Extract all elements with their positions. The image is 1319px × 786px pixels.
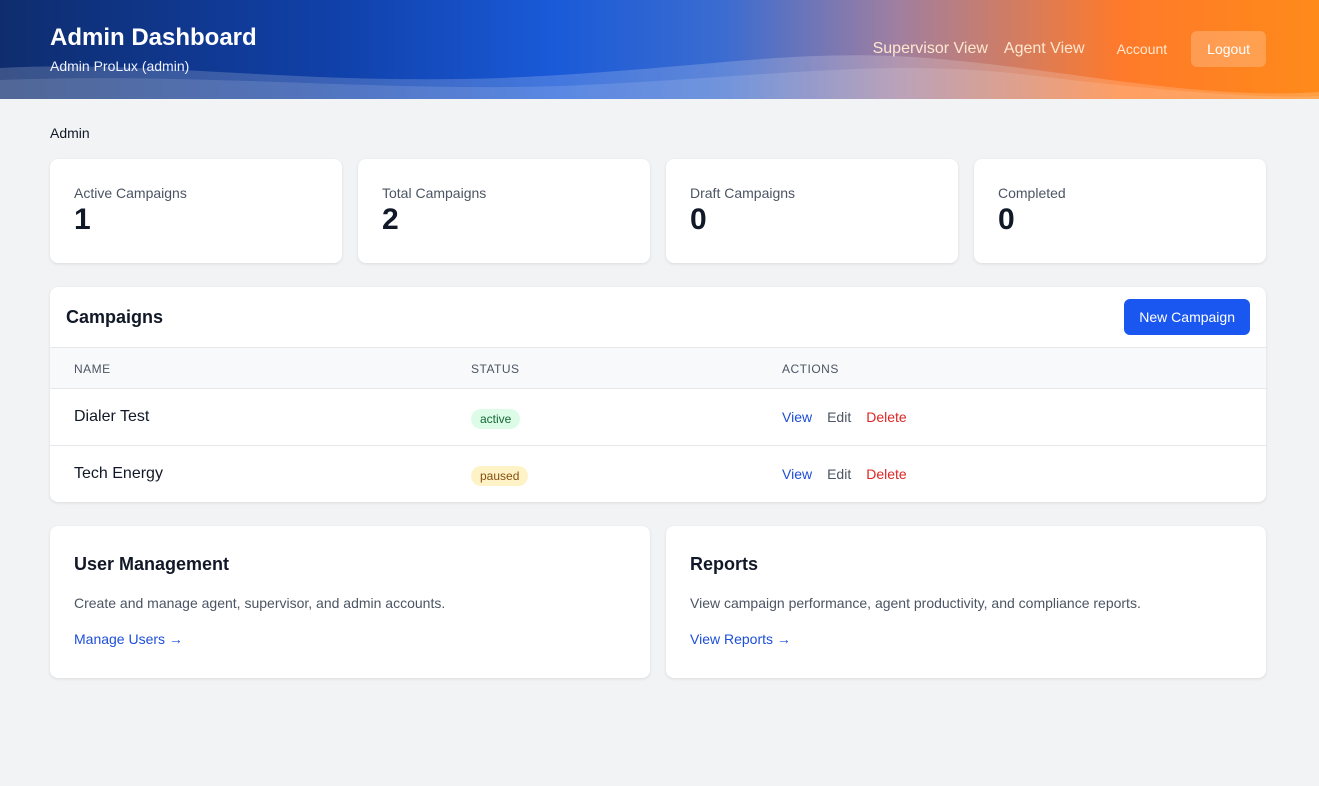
stat-label: Completed (998, 185, 1066, 201)
column-header-actions: ACTIONS (782, 362, 839, 376)
user-info: Admin ProLux (admin) (50, 58, 190, 74)
campaigns-panel: Campaigns New Campaign NAME STATUS ACTIO… (50, 287, 1266, 502)
card-description: View campaign performance, agent product… (690, 595, 1141, 611)
new-campaign-button[interactable]: New Campaign (1124, 299, 1250, 335)
top-nav: Supervisor View Agent View Account Logou… (873, 31, 1266, 67)
column-header-name: NAME (74, 362, 111, 376)
campaign-name: Tech Energy (74, 465, 163, 482)
card-description: Create and manage agent, supervisor, and… (74, 595, 446, 611)
view-reports-link[interactable]: View Reports → (690, 631, 791, 647)
actions-cell: View Edit Delete (782, 409, 907, 425)
stats-row: Active Campaigns 1 Total Campaigns 2 Dra… (50, 159, 1266, 263)
campaigns-header: Campaigns New Campaign (50, 287, 1266, 347)
delete-link[interactable]: Delete (866, 466, 906, 482)
account-link[interactable]: Account (1117, 41, 1168, 57)
table-header: NAME STATUS ACTIONS (50, 347, 1266, 389)
status-cell: active (471, 409, 521, 429)
view-link[interactable]: View (782, 466, 812, 482)
table-row: Tech Energy paused View Edit Delete (50, 446, 1266, 502)
agent-view-link[interactable]: Agent View (1004, 40, 1085, 58)
view-link[interactable]: View (782, 409, 812, 425)
stat-value: 2 (382, 203, 399, 236)
edit-link[interactable]: Edit (827, 409, 851, 425)
column-header-status: STATUS (471, 362, 520, 376)
app-header: Admin Dashboard Admin ProLux (admin) Sup… (0, 0, 1319, 99)
manage-users-link[interactable]: Manage Users → (74, 631, 183, 647)
table-row: Dialer Test active View Edit Delete (50, 389, 1266, 446)
logout-button[interactable]: Logout (1191, 31, 1266, 67)
supervisor-view-link[interactable]: Supervisor View (873, 40, 988, 58)
page-title: Admin Dashboard (50, 24, 257, 51)
reports-card: Reports View campaign performance, agent… (666, 526, 1266, 678)
campaigns-title: Campaigns (66, 307, 164, 327)
status-badge: paused (471, 466, 529, 486)
bottom-cards: User Management Create and manage agent,… (50, 526, 1266, 678)
card-title: User Management (74, 554, 230, 574)
stat-label: Active Campaigns (74, 185, 187, 201)
actions-cell: View Edit Delete (782, 466, 907, 482)
stat-label: Draft Campaigns (690, 185, 796, 201)
stat-value: 0 (690, 203, 707, 236)
card-title: Reports (690, 554, 759, 574)
stat-value: 0 (998, 203, 1015, 236)
stat-label: Total Campaigns (382, 185, 487, 201)
status-badge: active (471, 409, 521, 429)
breadcrumb: Admin (50, 125, 90, 141)
stat-value: 1 (74, 203, 91, 236)
stat-card-completed: Completed 0 (974, 159, 1266, 263)
stat-card-active: Active Campaigns 1 (50, 159, 342, 263)
campaign-name: Dialer Test (74, 408, 150, 425)
user-management-card: User Management Create and manage agent,… (50, 526, 650, 678)
delete-link[interactable]: Delete (866, 409, 906, 425)
stat-card-draft: Draft Campaigns 0 (666, 159, 958, 263)
edit-link[interactable]: Edit (827, 466, 851, 482)
status-cell: paused (471, 466, 529, 486)
stat-card-total: Total Campaigns 2 (358, 159, 650, 263)
